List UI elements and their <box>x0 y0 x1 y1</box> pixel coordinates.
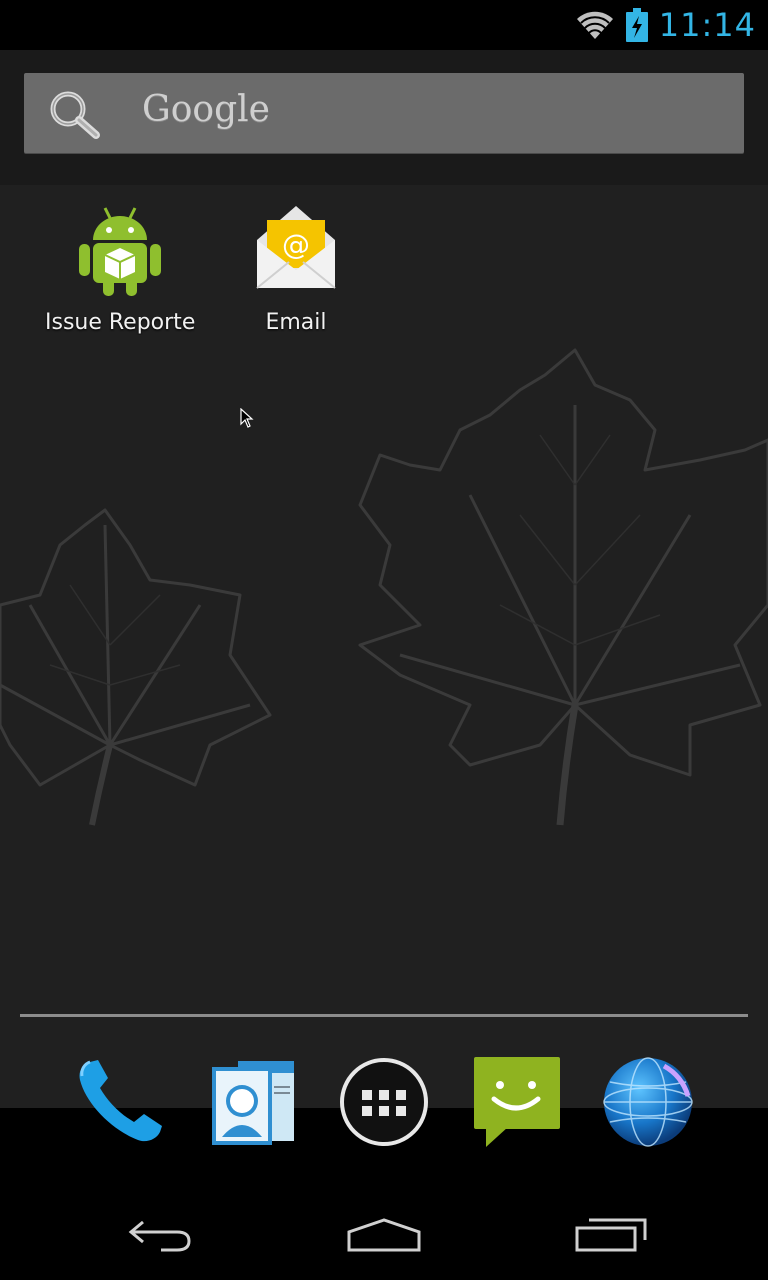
home-icon <box>347 1218 421 1252</box>
app-label: Email <box>265 310 327 335</box>
home-screen: Issue Reporte @ Email <box>0 185 768 997</box>
dock-all-apps[interactable] <box>334 1052 434 1152</box>
android-box-icon <box>79 207 161 296</box>
svg-text:@: @ <box>282 228 310 261</box>
google-search-label: Google <box>142 89 270 130</box>
app-label: Issue Reporte <box>45 310 195 335</box>
wifi-icon <box>576 11 613 39</box>
dock-messaging[interactable] <box>466 1052 566 1152</box>
email-envelope-icon: @ <box>256 206 336 289</box>
recent-apps-icon <box>575 1218 647 1252</box>
browser-globe-icon <box>603 1057 693 1147</box>
battery-charging-icon <box>625 8 648 42</box>
phone-icon <box>79 1060 162 1142</box>
mouse-cursor-icon <box>240 408 254 428</box>
nav-home-button[interactable] <box>338 1204 430 1264</box>
messaging-icon <box>474 1057 560 1147</box>
app-email[interactable]: @ Email <box>211 200 381 335</box>
all-apps-icon <box>340 1058 428 1146</box>
nav-recent-apps-button[interactable] <box>568 1204 652 1264</box>
contacts-icon <box>212 1061 294 1145</box>
status-bar: 11:14 <box>0 0 768 50</box>
dock-browser[interactable] <box>598 1052 698 1152</box>
nav-back-button[interactable] <box>120 1204 200 1264</box>
clock: 11:14 <box>658 6 756 44</box>
dock-phone[interactable] <box>70 1052 170 1152</box>
google-search-bar[interactable]: Google <box>24 73 744 153</box>
back-icon <box>128 1220 191 1252</box>
search-icon <box>50 91 100 139</box>
dock-contacts[interactable] <box>202 1052 302 1152</box>
status-icons: 11:14 <box>575 0 756 50</box>
app-issue-reporter[interactable]: Issue Reporte <box>35 200 205 335</box>
